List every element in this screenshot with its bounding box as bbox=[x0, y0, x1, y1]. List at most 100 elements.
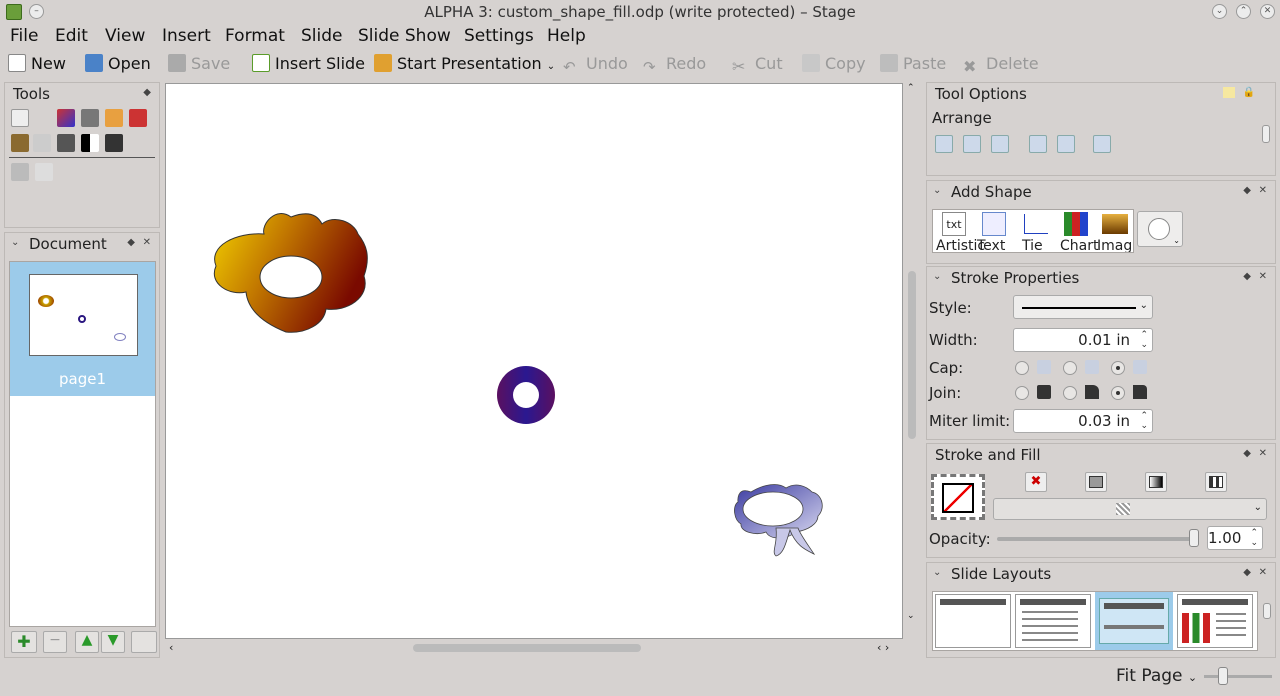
move-down-icon[interactable]: ▼ bbox=[101, 631, 125, 653]
scroll-up-icon[interactable]: ⌃ bbox=[907, 83, 915, 93]
redo-button[interactable]: ↷ Redo bbox=[643, 54, 706, 78]
align-left-icon[interactable] bbox=[935, 135, 953, 153]
solid-fill-button[interactable] bbox=[1085, 472, 1107, 492]
speech-bubble-shape[interactable] bbox=[734, 484, 823, 557]
collapse-icon[interactable]: ⌄ bbox=[11, 237, 19, 248]
menu-file[interactable]: File bbox=[10, 26, 38, 46]
join-miter-radio[interactable] bbox=[1015, 386, 1029, 400]
start-presentation-button[interactable]: Start Presentation ⌄ bbox=[374, 54, 555, 78]
close-window-button[interactable]: ✕ bbox=[1260, 4, 1275, 19]
collapse-icon[interactable]: ⌄ bbox=[933, 185, 941, 196]
join-round-radio[interactable] bbox=[1063, 386, 1077, 400]
delete-button[interactable]: ✖ Delete bbox=[963, 54, 1039, 78]
panel-float-icon[interactable]: ◆ bbox=[143, 87, 151, 98]
new-button[interactable]: New bbox=[8, 54, 66, 78]
cap-round-radio[interactable] bbox=[1063, 361, 1077, 375]
slide-thumbnail-item[interactable]: page1 bbox=[10, 262, 155, 396]
shape-text[interactable]: Text bbox=[976, 212, 1012, 252]
fill-style-select[interactable]: ⌄ bbox=[993, 498, 1267, 520]
connector-tool-icon[interactable] bbox=[105, 109, 123, 127]
layout-title-subtitle[interactable] bbox=[1095, 592, 1173, 650]
save-button[interactable]: Save bbox=[168, 54, 230, 78]
shape-artistic[interactable]: txt Artistic bbox=[936, 212, 985, 252]
paste-button[interactable]: Paste bbox=[880, 54, 946, 78]
spin-arrows-icon[interactable]: ⌃ ⌄ bbox=[1140, 330, 1148, 350]
text-tool-icon[interactable] bbox=[129, 109, 147, 127]
horizontal-scroll-thumb[interactable] bbox=[413, 644, 641, 652]
collapse-icon[interactable]: ⌄ bbox=[933, 567, 941, 578]
layouts-scrollbar[interactable] bbox=[1261, 591, 1273, 651]
align-center-icon[interactable] bbox=[963, 135, 981, 153]
pattern-tool-icon[interactable] bbox=[81, 134, 99, 152]
panel-close-icon[interactable]: ✕ bbox=[1259, 271, 1267, 282]
panel-float-icon[interactable]: ◆ bbox=[1243, 567, 1251, 578]
slide-canvas[interactable] bbox=[165, 83, 903, 639]
pan-tool-icon[interactable] bbox=[35, 163, 53, 181]
shape-chart[interactable]: Chart bbox=[1058, 212, 1098, 252]
spin-arrows-icon[interactable]: ⌃ ⌄ bbox=[1250, 528, 1258, 548]
menu-format[interactable]: Format bbox=[225, 26, 285, 46]
ring-shape[interactable] bbox=[497, 366, 555, 424]
menu-help[interactable]: Help bbox=[547, 26, 586, 46]
maximize-button[interactable]: ⌃ bbox=[1236, 4, 1251, 19]
menu-view[interactable]: View bbox=[105, 26, 145, 46]
no-fill-button[interactable]: ✖ bbox=[1025, 472, 1047, 492]
panel-float-icon[interactable]: ◆ bbox=[1243, 448, 1251, 459]
join-bevel-radio[interactable] bbox=[1111, 386, 1125, 400]
panel-float-icon[interactable]: ◆ bbox=[1243, 271, 1251, 282]
stroke-width-spinbox[interactable]: 0.01 in ⌃ ⌄ bbox=[1013, 328, 1153, 352]
panel-close-icon[interactable]: ✕ bbox=[1259, 185, 1267, 196]
opacity-slider-handle[interactable] bbox=[1189, 529, 1199, 547]
scroll-left-icon[interactable]: ‹ bbox=[169, 641, 173, 654]
remove-slide-icon[interactable]: − bbox=[43, 631, 67, 653]
pattern-fill-button[interactable] bbox=[1205, 472, 1227, 492]
panel-close-icon[interactable]: ✕ bbox=[1259, 448, 1267, 459]
shape-tie[interactable]: Tie bbox=[1018, 212, 1054, 252]
more-shapes-button[interactable]: ⌄ bbox=[1137, 211, 1183, 247]
zoom-slider-handle[interactable] bbox=[1218, 667, 1228, 685]
panel-float-icon[interactable]: ◆ bbox=[127, 237, 135, 248]
menu-settings[interactable]: Settings bbox=[464, 26, 534, 46]
layout-title-content[interactable] bbox=[1015, 594, 1091, 648]
stroke-fill-preview[interactable] bbox=[931, 474, 985, 520]
gradient-tool-icon[interactable] bbox=[57, 134, 75, 152]
tool-options-scrollbar[interactable] bbox=[1261, 111, 1271, 171]
zoom-mode-select[interactable]: Fit Page ⌄ bbox=[1116, 666, 1197, 686]
group-icon[interactable] bbox=[1093, 135, 1111, 153]
shape-image[interactable]: Image bbox=[1096, 212, 1133, 252]
open-button[interactable]: Open bbox=[85, 54, 151, 78]
zoom-slider[interactable] bbox=[1204, 667, 1272, 685]
move-up-icon[interactable]: ▲ bbox=[75, 631, 99, 653]
send-backward-icon[interactable] bbox=[1057, 135, 1075, 153]
menu-slide[interactable]: Slide bbox=[301, 26, 343, 46]
menu-slide-show[interactable]: Slide Show bbox=[358, 26, 451, 46]
miter-limit-spinbox[interactable]: 0.03 in ⌃ ⌄ bbox=[1013, 409, 1153, 433]
stroke-style-select[interactable]: ⌄ bbox=[1013, 295, 1153, 319]
formula-tool-icon[interactable] bbox=[33, 134, 51, 152]
menu-insert[interactable]: Insert bbox=[162, 26, 211, 46]
panel-float-icon[interactable]: ◆ bbox=[1243, 185, 1251, 196]
vertical-scrollbar[interactable]: ⌃ ⌄ bbox=[905, 83, 919, 639]
lock-icon[interactable]: 🔒 bbox=[1243, 87, 1255, 98]
opacity-spinbox[interactable]: 1.00 ⌃ ⌄ bbox=[1207, 526, 1263, 550]
add-slide-icon[interactable]: ✚ bbox=[11, 631, 37, 653]
zoom-tool-icon[interactable] bbox=[11, 163, 29, 181]
calligraphy-tool-icon[interactable] bbox=[81, 109, 99, 127]
gradient-fill-button[interactable] bbox=[1145, 472, 1167, 492]
view-mode-icon[interactable] bbox=[131, 631, 157, 653]
layout-chart-content[interactable] bbox=[1177, 594, 1253, 648]
menu-edit[interactable]: Edit bbox=[55, 26, 88, 46]
panel-close-icon[interactable]: ✕ bbox=[143, 237, 151, 248]
pencil-tool-icon[interactable] bbox=[11, 134, 29, 152]
bring-forward-icon[interactable] bbox=[1029, 135, 1047, 153]
animation-tool-icon[interactable] bbox=[105, 134, 123, 152]
scroll-right-icon[interactable]: ‹ › bbox=[877, 641, 889, 654]
spin-arrows-icon[interactable]: ⌃ ⌄ bbox=[1140, 411, 1148, 431]
cap-flat-radio[interactable] bbox=[1015, 361, 1029, 375]
undo-button[interactable]: ↶ Undo bbox=[563, 54, 628, 78]
horizontal-scrollbar[interactable]: ‹ ‹ › bbox=[165, 641, 903, 655]
cap-square-radio[interactable] bbox=[1111, 361, 1125, 375]
minimize-button[interactable]: ⌄ bbox=[1212, 4, 1227, 19]
collapse-icon[interactable]: ⌄ bbox=[933, 271, 941, 282]
select-tool-icon[interactable] bbox=[11, 109, 29, 127]
